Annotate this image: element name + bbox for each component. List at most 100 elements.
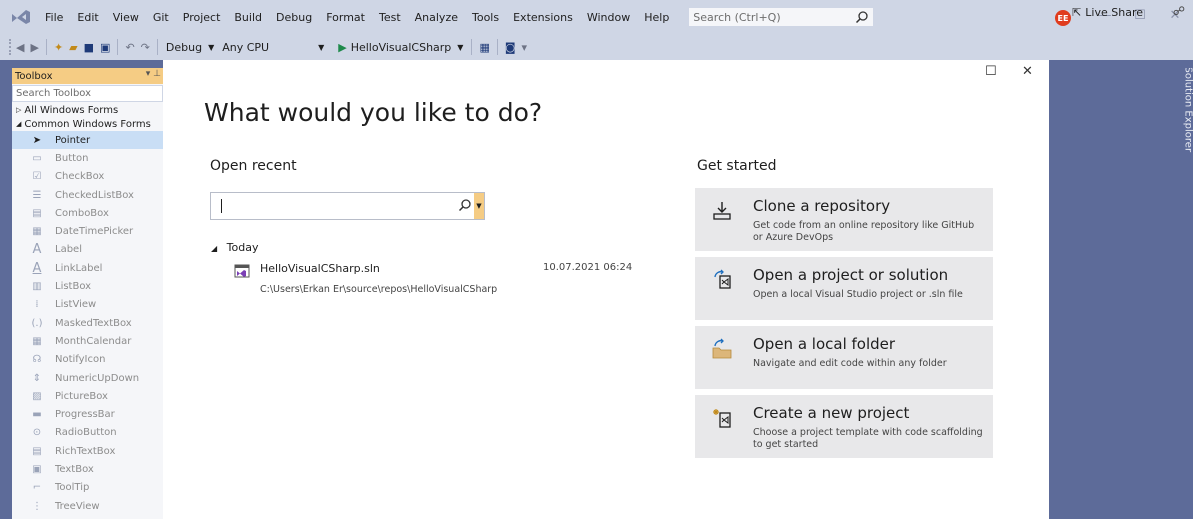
menu-git[interactable]: Git: [146, 11, 176, 24]
toolbox-item-numericupdown[interactable]: ⇕ NumericUpDown: [12, 369, 163, 387]
recent-group-today[interactable]: ◢ Today: [211, 241, 258, 254]
toolbox-item-notifyicon[interactable]: ☊ NotifyIcon: [12, 351, 163, 369]
button-icon: ▭: [32, 152, 42, 164]
back-icon[interactable]: ◀: [16, 41, 24, 54]
toolbox-item-combobox[interactable]: ▤ ComboBox: [12, 204, 163, 222]
toolbox-item-listview[interactable]: ⁞ ListView: [12, 296, 163, 314]
menu-help[interactable]: Help: [637, 11, 676, 24]
toolbox-item-label: CheckedListBox: [55, 189, 134, 201]
toolbar-grip[interactable]: [9, 39, 13, 55]
start-debugging-button[interactable]: ▶ HelloVisualCSharp ▼: [328, 38, 467, 56]
toolbox-item-tooltip[interactable]: ⌐ ToolTip: [12, 479, 163, 497]
listview-icon: ⁞: [35, 299, 39, 311]
toolbox-item-label: ComboBox: [55, 207, 109, 219]
visual-studio-logo-icon[interactable]: [10, 9, 32, 25]
card-description: Open a local Visual Studio project or .s…: [753, 289, 963, 300]
toolbox-item-button[interactable]: ▭ Button: [12, 149, 163, 167]
notifyicon-icon: ☊: [32, 354, 42, 366]
solution-file-icon: [234, 264, 250, 278]
card-title: Open a local folder: [753, 335, 896, 353]
solution-platform-select[interactable]: Any CPU ▼: [218, 38, 328, 56]
menu-edit[interactable]: Edit: [70, 11, 105, 24]
toolbox-item-label: TextBox: [55, 463, 94, 475]
solution-explorer-tab[interactable]: Solution Explorer: [1183, 68, 1193, 158]
toolbox-item-label: MonthCalendar: [55, 335, 132, 347]
recent-item[interactable]: HelloVisualCSharp.sln 10.07.2021 06:24 C…: [234, 262, 632, 298]
toolbox-item-listbox[interactable]: ▥ ListBox: [12, 277, 163, 295]
feedback-icon[interactable]: ☍: [1173, 4, 1185, 18]
start-window-title: What would you like to do?: [204, 98, 543, 127]
browse-icon[interactable]: ▦: [479, 41, 489, 54]
toolbox-category-label: Common Windows Forms: [24, 118, 151, 130]
menu-tools[interactable]: Tools: [465, 11, 506, 24]
toolbar-separator: [45, 39, 47, 55]
toolbox-item-label: ListView: [55, 299, 97, 311]
recent-search-input[interactable]: ▼: [210, 192, 485, 220]
menu-test[interactable]: Test: [372, 11, 408, 24]
play-icon: ▶: [338, 40, 347, 54]
toolbox-category-common[interactable]: ◢ Common Windows Forms: [12, 117, 163, 131]
close-dialog-icon[interactable]: ✕: [1022, 64, 1033, 79]
menu-format[interactable]: Format: [319, 11, 372, 24]
menu-view[interactable]: View: [106, 11, 146, 24]
toolbox-item-checkbox[interactable]: ☑ CheckBox: [12, 168, 163, 186]
clone-repository-button[interactable]: Clone a repository Get code from an onli…: [695, 188, 993, 251]
toolbox-item-label: ToolTip: [55, 482, 90, 494]
toolbar-separator: [471, 39, 473, 55]
save-icon[interactable]: ■: [84, 41, 94, 54]
toolbox-item-textbox[interactable]: ▣ TextBox: [12, 460, 163, 478]
menu-file[interactable]: File: [38, 11, 70, 24]
pin-icon[interactable]: ▾ ⊥: [146, 69, 161, 79]
new-project-icon[interactable]: ✦: [54, 41, 63, 54]
toolbox-item-label[interactable]: A Label: [12, 241, 163, 259]
solution-configuration-select[interactable]: Debug ▼: [162, 38, 218, 56]
toolbox-item-radiobutton[interactable]: ⊙ RadioButton: [12, 424, 163, 442]
toolbox-item-richtextbox[interactable]: ▤ RichTextBox: [12, 442, 163, 460]
maskedtextbox-icon: (.): [31, 317, 43, 329]
menu-bar: File Edit View Git Project Build Debug F…: [0, 0, 1193, 34]
toolbox-category-all[interactable]: ▷ All Windows Forms: [12, 103, 163, 117]
toolbox-item-monthcalendar[interactable]: ▦ MonthCalendar: [12, 332, 163, 350]
monthcalendar-icon: ▦: [32, 335, 42, 347]
live-share-button[interactable]: ⇱ Live Share: [1072, 6, 1143, 19]
checkedlistbox-icon: ☰: [32, 189, 42, 201]
toolbox-item-label: ProgressBar: [55, 409, 115, 421]
menu-debug[interactable]: Debug: [269, 11, 319, 24]
open-folder-button[interactable]: Open a local folder Navigate and edit co…: [695, 326, 993, 389]
toolbox-header[interactable]: Toolbox ▾ ⊥: [12, 68, 163, 84]
create-project-button[interactable]: Create a new project Choose a project te…: [695, 395, 993, 458]
live-share-icon: ⇱: [1072, 6, 1082, 19]
text-cursor: [221, 199, 222, 213]
forward-icon[interactable]: ▶: [30, 41, 38, 54]
toolbox-item-pointer[interactable]: ➤ Pointer: [12, 131, 163, 150]
toolbox-item-datetimepicker[interactable]: ▦ DateTimePicker: [12, 222, 163, 240]
menu-window[interactable]: Window: [580, 11, 637, 24]
checkbox-icon: ☑: [32, 171, 42, 183]
open-project-icon: [714, 269, 731, 289]
undo-icon[interactable]: ↶: [125, 41, 134, 54]
user-avatar[interactable]: EE: [1055, 10, 1071, 26]
solution-configuration-value: Debug: [165, 40, 203, 54]
menu-build[interactable]: Build: [227, 11, 269, 24]
toolbox-item-progressbar[interactable]: ▬ ProgressBar: [12, 405, 163, 423]
save-all-icon[interactable]: ▣: [100, 41, 110, 54]
progressbar-icon: ▬: [32, 409, 42, 421]
open-file-icon[interactable]: ▰: [69, 41, 77, 54]
toolbar-options-icon[interactable]: ▾: [522, 41, 528, 54]
global-search-input[interactable]: Search (Ctrl+Q): [688, 7, 875, 27]
open-project-button[interactable]: Open a project or solution Open a local …: [695, 257, 993, 320]
redo-icon[interactable]: ↷: [141, 41, 150, 54]
screenshot-icon[interactable]: ◙: [505, 41, 516, 54]
chevron-down-icon[interactable]: ▼: [474, 193, 484, 219]
maximize-dialog-icon[interactable]: ☐: [985, 64, 997, 79]
toolbox-item-treeview[interactable]: ⋮ TreeView: [12, 497, 163, 515]
toolbox-item-picturebox[interactable]: ▨ PictureBox: [12, 387, 163, 405]
chevron-down-icon: ▼: [457, 42, 464, 52]
toolbox-search-input[interactable]: Search Toolbox: [12, 85, 163, 102]
menu-project[interactable]: Project: [176, 11, 228, 24]
menu-analyze[interactable]: Analyze: [408, 11, 465, 24]
toolbox-item-linklabel[interactable]: A LinkLabel: [12, 259, 163, 277]
toolbox-item-maskedtextbox[interactable]: (.) MaskedTextBox: [12, 314, 163, 332]
toolbox-item-checkedlistbox[interactable]: ☰ CheckedListBox: [12, 186, 163, 204]
menu-extensions[interactable]: Extensions: [506, 11, 580, 24]
